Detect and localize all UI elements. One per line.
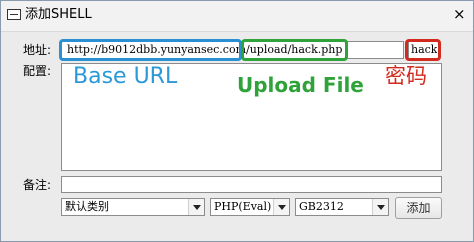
- category-select[interactable]: 默认类别: [61, 198, 205, 216]
- dialog-title: 添加SHELL: [25, 7, 92, 22]
- chevron-down-icon[interactable]: [372, 199, 388, 215]
- add-shell-dialog: 添加SHELL × 地址: http://b9012dbb.yunyansec.…: [0, 0, 474, 242]
- encoding-select-value: GB2312: [299, 200, 344, 213]
- password-highlight: [405, 39, 441, 61]
- base-url-highlight: [59, 39, 242, 61]
- category-select-value: 默认类别: [65, 200, 109, 213]
- upload-file-annotation: Upload File: [237, 73, 364, 97]
- shell-type-select[interactable]: PHP(Eval): [210, 198, 290, 216]
- shell-type-select-value: PHP(Eval): [214, 200, 272, 213]
- password-annotation: 密码: [385, 64, 427, 88]
- add-button[interactable]: 添加: [395, 197, 442, 219]
- note-input[interactable]: [61, 176, 442, 193]
- encoding-select[interactable]: GB2312: [295, 198, 389, 216]
- upload-file-highlight: [241, 39, 348, 61]
- base-url-annotation: Base URL: [73, 64, 178, 89]
- chevron-down-icon[interactable]: [188, 199, 204, 215]
- title-bar: 添加SHELL ×: [1, 1, 473, 32]
- address-label: 地址:: [23, 43, 52, 57]
- close-icon[interactable]: ×: [453, 5, 466, 23]
- chevron-down-icon[interactable]: [273, 199, 289, 215]
- config-label: 配置:: [23, 64, 52, 78]
- note-label: 备注:: [23, 178, 52, 192]
- window-menu-icon[interactable]: [7, 9, 21, 20]
